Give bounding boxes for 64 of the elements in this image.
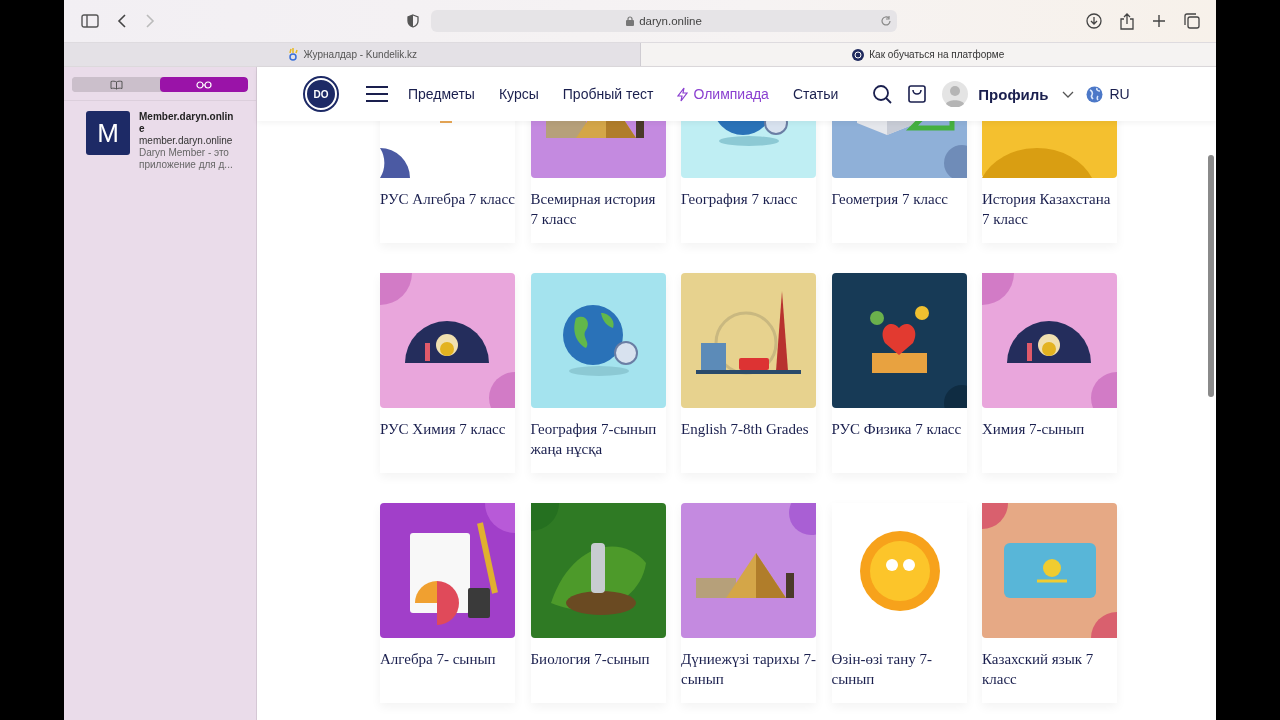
tabs-icon[interactable]	[1184, 13, 1200, 29]
item-title[interactable]: Member.daryn.online	[139, 111, 239, 135]
segment-button[interactable]	[160, 77, 248, 92]
course-title[interactable]: Биология 7-сынып	[530, 649, 666, 689]
course-card[interactable]: Химия 7-сынып	[982, 273, 1117, 473]
course-card[interactable]: Дүниежүзі тарихы 7-сынып	[681, 503, 816, 703]
search-icon[interactable]	[872, 84, 893, 104]
course-title[interactable]: РУС Химия 7 класс	[380, 419, 515, 459]
download-icon[interactable]	[1086, 13, 1102, 29]
course-card[interactable]: English 7-8th Grades	[681, 273, 816, 473]
menu-icon[interactable]	[365, 86, 389, 102]
course-title[interactable]: География 7-сынып жаңа нұсқа	[530, 419, 666, 459]
course-title[interactable]: Дүниежүзі тарихы 7-сынып	[681, 649, 816, 689]
logo-icon	[852, 48, 865, 61]
nav-link[interactable]: Курсы	[498, 86, 539, 102]
nav-link[interactable]: Пробный тест	[562, 86, 654, 102]
browser-tab[interactable]: Журналдар - Kundelik.kz	[64, 43, 641, 66]
course-title[interactable]: Өзін-өзі тану 7-сынып	[831, 649, 967, 689]
address-bar[interactable]: daryn.online	[431, 10, 897, 32]
course-card[interactable]: РУС Алгебра 7 класс	[380, 121, 515, 243]
course-card[interactable]: История Казахстана 7 класс	[982, 121, 1117, 243]
item-description: Daryn Member - это приложение для д...	[139, 147, 234, 171]
course-title[interactable]: История Казахстана 7 класс	[982, 189, 1117, 229]
course-card[interactable]: РУС Химия 7 класс	[380, 273, 515, 473]
course-card[interactable]: Всемирная история 7 класс	[530, 121, 666, 243]
nav-link[interactable]: Статьи	[792, 86, 839, 102]
course-title[interactable]: Алгебра 7- сынып	[380, 649, 515, 689]
site-icon: M	[86, 111, 130, 155]
shield-icon[interactable]	[407, 14, 419, 28]
item-url: member.daryn.online	[139, 135, 234, 147]
nav-link[interactable]: Предметы	[408, 86, 475, 102]
course-title[interactable]: Казахский язык 7 класс	[982, 649, 1117, 689]
course-title[interactable]: Геометрия 7 класс	[831, 189, 967, 229]
globe-icon[interactable]	[1086, 85, 1104, 103]
course-title[interactable]: География 7 класс	[681, 189, 816, 229]
reload-icon[interactable]	[880, 15, 892, 27]
lock-icon	[626, 16, 635, 26]
course-card[interactable]: География 7 класс	[681, 121, 816, 243]
course-title[interactable]: РУС Физика 7 класс	[831, 419, 967, 459]
course-title[interactable]: РУС Алгебра 7 класс	[380, 189, 515, 229]
plus-icon[interactable]	[1152, 14, 1166, 28]
nav-link[interactable]: Олимпиада	[677, 86, 769, 102]
share-icon[interactable]	[1120, 12, 1134, 30]
profile-label[interactable]: Профиль	[978, 85, 1049, 103]
book-icon	[109, 79, 123, 90]
glasses-icon	[196, 80, 212, 89]
course-card[interactable]: Казахский язык 7 класс	[982, 503, 1117, 703]
course-card[interactable]: Өзін-өзі тану 7-сынып	[831, 503, 967, 703]
language-selector[interactable]: RU	[1109, 86, 1130, 102]
bolt-icon	[677, 86, 689, 102]
course-card[interactable]: География 7-сынып жаңа нұсқа	[530, 273, 666, 473]
course-title[interactable]: Химия 7-сынып	[982, 419, 1117, 459]
logo[interactable]: DO	[305, 78, 337, 110]
back-icon[interactable]	[117, 14, 127, 28]
course-card[interactable]: РУС Физика 7 класс	[831, 273, 967, 473]
course-card[interactable]: Алгебра 7- сынып	[380, 503, 515, 703]
course-card[interactable]: Геометрия 7 класс	[831, 121, 967, 243]
chevron-down-icon[interactable]	[1062, 90, 1075, 98]
sidebar-icon[interactable]	[81, 14, 99, 28]
browser-tab[interactable]: Как обучаться на платформе	[640, 43, 1216, 66]
course-title[interactable]: English 7-8th Grades	[681, 419, 816, 459]
course-title[interactable]: Всемирная история 7 класс	[530, 189, 666, 229]
bag-icon[interactable]	[908, 85, 927, 103]
course-card[interactable]: Биология 7-сынып	[530, 503, 666, 703]
